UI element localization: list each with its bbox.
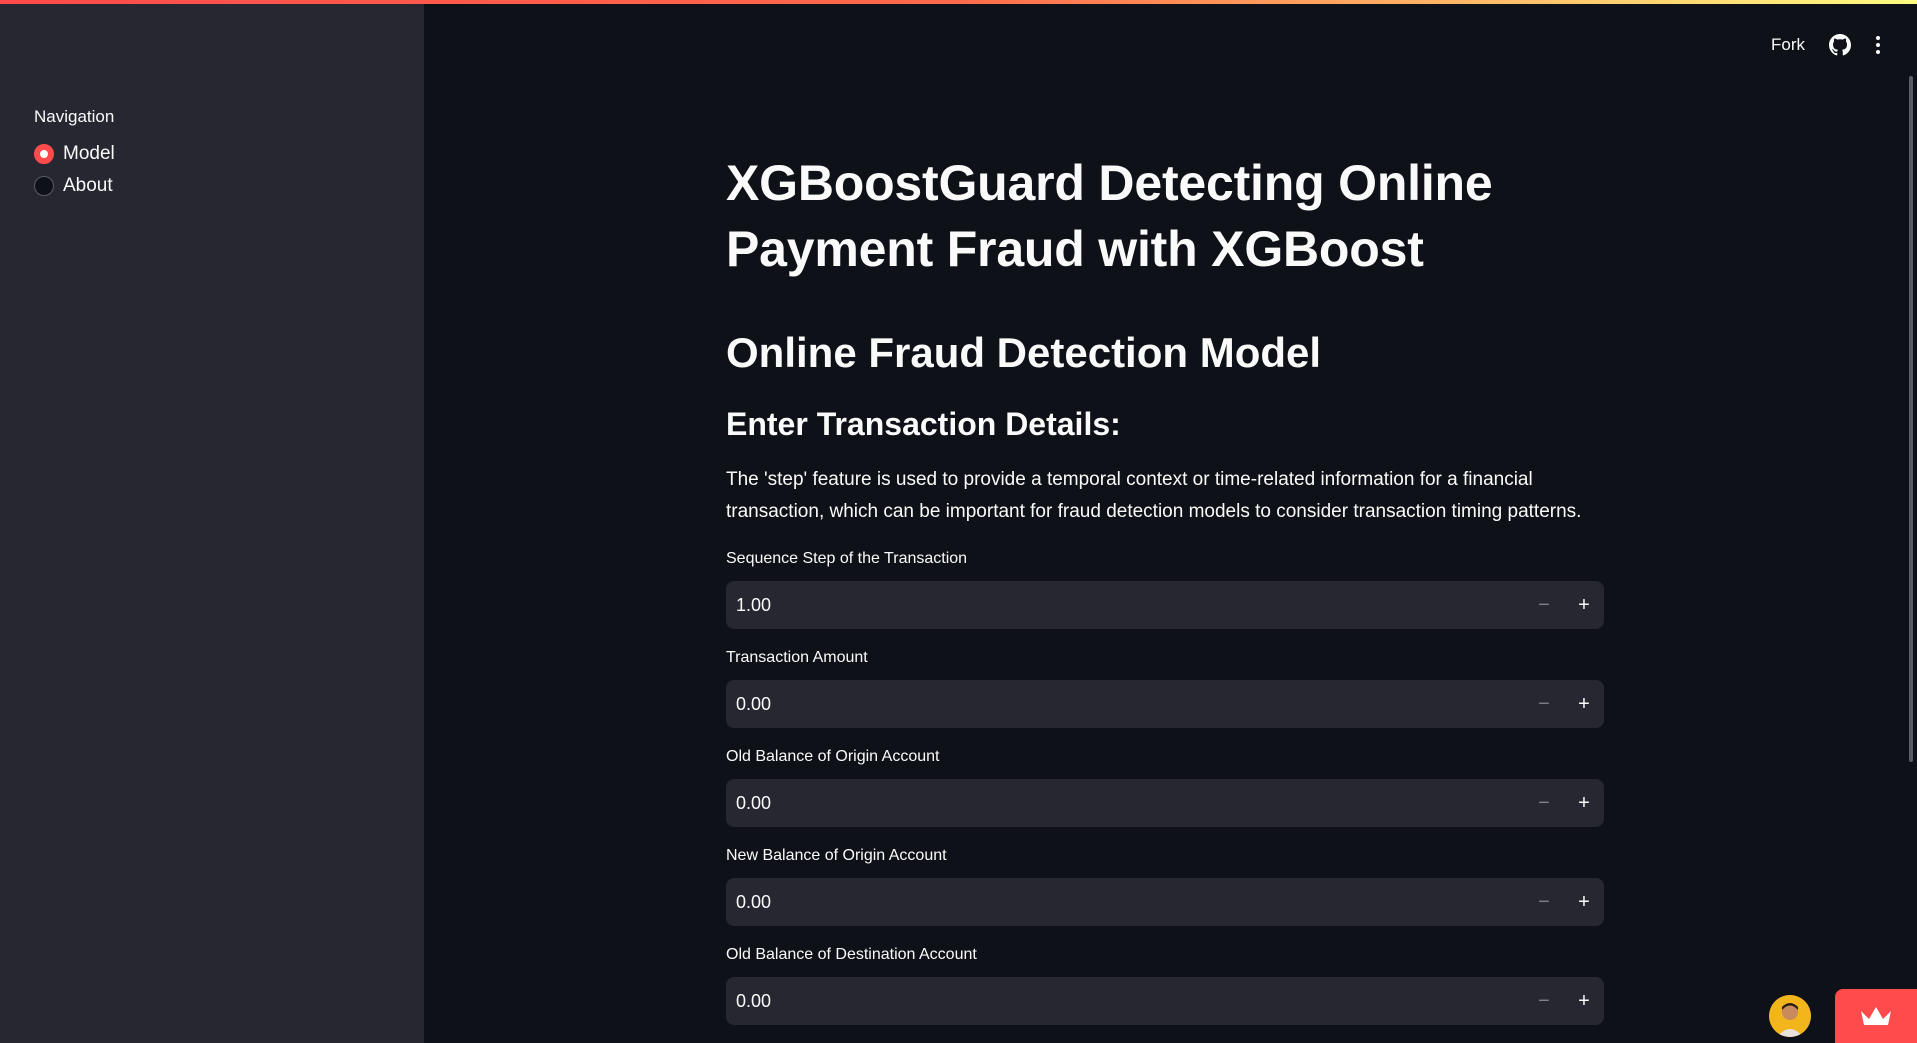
field-label: New Balance of Origin Account: [726, 847, 947, 864]
page-title: XGBoostGuard Detecting Online Payment Fr…: [726, 155, 1493, 277]
kebab-menu-icon[interactable]: [1875, 35, 1881, 55]
old-balance-origin-input[interactable]: [726, 779, 1524, 827]
sidebar: Navigation Model About: [0, 0, 424, 1043]
decrement-button[interactable]: −: [1524, 680, 1564, 728]
increment-button[interactable]: +: [1564, 581, 1604, 629]
decrement-button[interactable]: −: [1524, 581, 1564, 629]
number-input: − +: [726, 680, 1604, 728]
decrement-button[interactable]: −: [1524, 779, 1564, 827]
field-new-balance-origin: New Balance of Origin Account − +: [726, 847, 1604, 926]
radio-button-unchecked[interactable]: [34, 176, 54, 196]
increment-button[interactable]: +: [1564, 977, 1604, 1025]
sequence-step-input[interactable]: [726, 581, 1524, 629]
decrement-button[interactable]: −: [1524, 878, 1564, 926]
step-description: The 'step' feature is used to provide a …: [726, 469, 1582, 522]
increment-button[interactable]: +: [1564, 878, 1604, 926]
transaction-amount-input[interactable]: [726, 680, 1524, 728]
header-actions: Fork: [1771, 34, 1881, 56]
field-label: Old Balance of Origin Account: [726, 748, 940, 765]
radio-label-about: About: [63, 175, 113, 196]
increment-button[interactable]: +: [1564, 680, 1604, 728]
radio-option-about[interactable]: About: [34, 175, 113, 197]
user-avatar[interactable]: [1769, 995, 1811, 1037]
radio-label-model: Model: [63, 143, 115, 164]
field-label: Sequence Step of the Transaction: [726, 550, 968, 567]
field-label: Transaction Amount: [726, 649, 868, 666]
new-balance-origin-input[interactable]: [726, 878, 1524, 926]
field-old-balance-origin: Old Balance of Origin Account − +: [726, 748, 1604, 827]
fork-button[interactable]: Fork: [1771, 35, 1805, 55]
field-sequence-step: Sequence Step of the Transaction − +: [726, 550, 1604, 629]
increment-button[interactable]: +: [1564, 779, 1604, 827]
number-input: − +: [726, 977, 1604, 1025]
content-block: XGBoostGuard Detecting Online Payment Fr…: [726, 150, 1604, 1025]
old-balance-destination-input[interactable]: [726, 977, 1524, 1025]
sidebar-nav-label: Navigation: [34, 107, 115, 126]
radio-option-model[interactable]: Model: [34, 143, 115, 165]
streamlit-crown-icon[interactable]: [1835, 989, 1917, 1043]
number-input: − +: [726, 779, 1604, 827]
field-transaction-amount: Transaction Amount − +: [726, 649, 1604, 728]
field-label: Old Balance of Destination Account: [726, 946, 977, 963]
radio-button-checked[interactable]: [34, 144, 54, 164]
page-subtitle: Online Fraud Detection Model: [726, 329, 1322, 376]
top-decoration-bar: [0, 0, 1917, 4]
number-input: − +: [726, 878, 1604, 926]
decrement-button[interactable]: −: [1524, 977, 1564, 1025]
section-heading: Enter Transaction Details:: [726, 406, 1121, 442]
scrollbar[interactable]: [1909, 76, 1913, 762]
number-input: − +: [726, 581, 1604, 629]
field-old-balance-destination: Old Balance of Destination Account − +: [726, 946, 1604, 1025]
github-icon[interactable]: [1829, 34, 1851, 56]
